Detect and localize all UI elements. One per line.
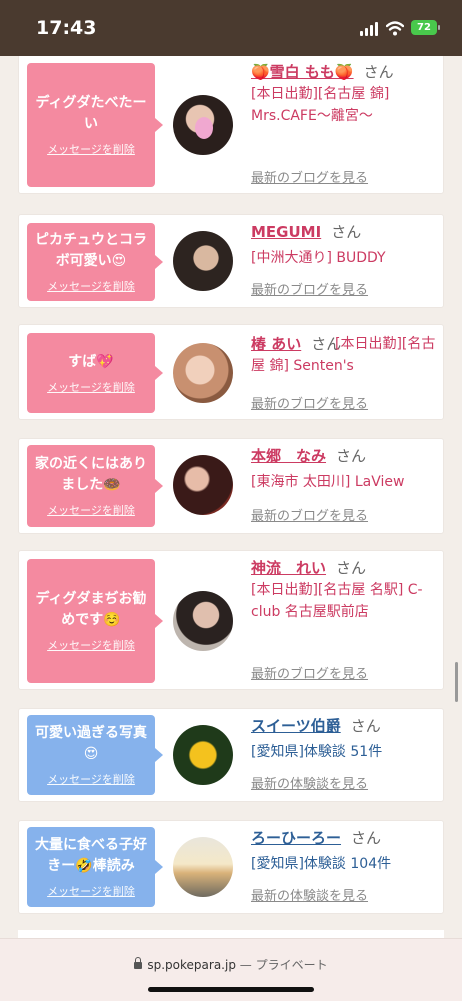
status-bar: 17:43 72 (0, 0, 462, 56)
delete-message-link[interactable]: メッセージを削除 (47, 379, 135, 395)
cast-detail: [愛知県]体験談 51件 (251, 744, 383, 760)
avatar[interactable] (173, 95, 233, 155)
message-card: ピカチュウとコラ ボ可愛い😍 メッセージを削除 MEGUMI さん [中洲大通り] … (18, 214, 444, 308)
message-text: 大量に食べる子好 きー🤣棒読み (35, 837, 147, 874)
cast-info: 🍑雪白 もも🍑 さん (251, 61, 443, 83)
avatar[interactable] (173, 231, 233, 291)
cast-name-link[interactable]: ろーひーろー (251, 829, 341, 847)
avatar[interactable] (173, 725, 233, 785)
message-bubble: ディグダまぢお勧 めです☺️ メッセージを削除 (27, 559, 163, 683)
cast-name-link[interactable]: 🍑雪白 もも🍑 (251, 63, 354, 81)
avatar[interactable] (173, 455, 233, 515)
message-bubble: ピカチュウとコラ ボ可愛い😍 メッセージを削除 (27, 223, 163, 301)
address-text[interactable]: sp.pokepara.jp — プライベート (0, 956, 462, 973)
battery-icon: 72 (411, 20, 440, 35)
status-time: 17:43 (36, 17, 97, 39)
message-bubble: 可愛い過ぎる写真 😍 メッセージを削除 (27, 715, 163, 795)
delete-message-link[interactable]: メッセージを削除 (47, 637, 135, 653)
latest-report-link[interactable]: 最新の体験談を見る (251, 885, 368, 904)
scrollbar[interactable] (455, 662, 458, 702)
avatar[interactable] (173, 591, 233, 651)
browser-address-bar[interactable]: sp.pokepara.jp — プライベート (0, 938, 462, 1001)
message-text: ディグダたべたーい (35, 95, 147, 132)
message-text: すば💖 (68, 353, 114, 370)
avatar[interactable] (173, 343, 233, 403)
delete-message-link[interactable]: メッセージを削除 (47, 502, 135, 518)
honorific: さん (336, 559, 367, 577)
avatar[interactable] (173, 837, 233, 897)
cast-name-link[interactable]: 神流 れい (251, 559, 326, 577)
message-bubble: 家の近くにはあり ました🍩 メッセージを削除 (27, 445, 163, 527)
message-card: すば💖 メッセージを削除 椿 あい さん [本日出勤][名古屋 錦] Senten… (18, 324, 444, 420)
honorific: さん (336, 447, 367, 465)
domain: sp.pokepara.jp (147, 958, 236, 972)
cast-name-link[interactable]: スイーツ伯爵 (251, 717, 341, 735)
message-bubble: 大量に食べる子好 きー🤣棒読み メッセージを削除 (27, 827, 163, 907)
message-card: ディグダまぢお勧 めです☺️ メッセージを削除 神流 れい さん [本日出勤][名古… (18, 550, 444, 690)
wifi-icon (386, 21, 404, 36)
message-card: 大量に食べる子好 きー🤣棒読み メッセージを削除 ろーひーろー さん [愛知県]体験… (18, 820, 444, 914)
message-bubble: ディグダたべたーい メッセージを削除 (27, 63, 163, 187)
cast-detail: [中洲大通り] BUDDY (251, 250, 386, 266)
cast-detail: [東海市 太田川] LaView (251, 474, 405, 490)
delete-message-link[interactable]: メッセージを削除 (47, 141, 135, 157)
message-text: 可愛い過ぎる写真 😍 (35, 725, 147, 762)
message-card: ディグダたべたーい メッセージを削除 🍑雪白 もも🍑 さん [本日出勤][名古屋 … (18, 54, 444, 194)
honorific: さん (363, 63, 394, 81)
cast-detail: [本日出勤][名古屋 錦] Mrs.CAFE〜離宮〜 (251, 86, 390, 124)
delete-message-link[interactable]: メッセージを削除 (47, 278, 135, 294)
home-indicator[interactable] (148, 987, 314, 992)
latest-blog-link[interactable]: 最新のブログを見る (251, 663, 368, 682)
message-card: 可愛い過ぎる写真 😍 メッセージを削除 スイーツ伯爵 さん [愛知県]体験談 51件… (18, 708, 444, 802)
cast-name-link[interactable]: 本郷 なみ (251, 447, 326, 465)
cast-detail: [愛知県]体験談 104件 (251, 856, 392, 872)
honorific: さん (351, 829, 382, 847)
message-card: 家の近くにはあり ました🍩 メッセージを削除 本郷 なみ さん [東海市 太田川] … (18, 438, 444, 534)
lock-icon (134, 957, 143, 969)
cast-name-link[interactable]: MEGUMI (251, 223, 321, 241)
message-text: ピカチュウとコラ ボ可愛い😍 (35, 232, 147, 269)
cast-detail: [本日出勤][名古屋 名駅] C-club 名古屋駅前店 (251, 582, 423, 620)
delete-message-link[interactable]: メッセージを削除 (47, 771, 135, 787)
message-text: ディグダまぢお勧 めです☺️ (35, 591, 147, 628)
latest-blog-link[interactable]: 最新のブログを見る (251, 167, 368, 186)
privacy-label: — プライベート (239, 958, 328, 972)
message-text: 家の近くにはあり ました🍩 (35, 456, 147, 493)
latest-blog-link[interactable]: 最新のブログを見る (251, 393, 368, 412)
message-bubble: すば💖 メッセージを削除 (27, 333, 163, 413)
cast-detail: [本日出勤][名古屋 錦] Senten's (251, 336, 436, 374)
signal-icon (360, 22, 380, 36)
delete-message-link[interactable]: メッセージを削除 (47, 883, 135, 899)
honorific: さん (331, 223, 362, 241)
latest-blog-link[interactable]: 最新のブログを見る (251, 505, 368, 524)
latest-blog-link[interactable]: 最新のブログを見る (251, 279, 368, 298)
latest-report-link[interactable]: 最新の体験談を見る (251, 773, 368, 792)
honorific: さん (350, 717, 381, 735)
